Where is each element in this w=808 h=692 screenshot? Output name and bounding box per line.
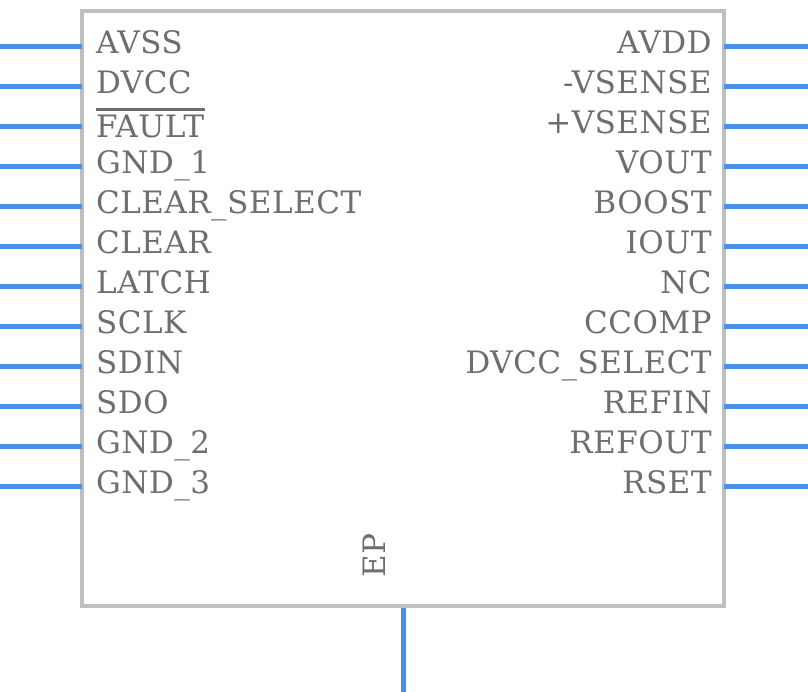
pin-name-text: GND_3 xyxy=(96,465,211,501)
pin-wire-6[interactable] xyxy=(0,244,82,249)
pin-label-avss: AVSS xyxy=(96,28,183,59)
pin-wire-15[interactable] xyxy=(724,404,808,409)
pin-name-text: DVCC_SELECT xyxy=(465,345,712,381)
pin-name-text: CLEAR_SELECT xyxy=(96,185,362,221)
pin-wire-19[interactable] xyxy=(724,244,808,249)
pin-wire-16[interactable] xyxy=(724,364,808,369)
schematic-symbol-canvas: AVSS DVCC FAULT GND_1 CLEAR_SELECT CLEAR LATCH… xyxy=(0,0,808,692)
pin-wire-2[interactable] xyxy=(0,84,82,89)
pin-wire-10[interactable] xyxy=(0,404,82,409)
pin-wire-12[interactable] xyxy=(0,484,82,489)
pin-wire-14[interactable] xyxy=(724,444,808,449)
pin-label-sdin: SDIN xyxy=(96,348,183,379)
pin-wire-13[interactable] xyxy=(724,484,808,489)
pin-wire-24[interactable] xyxy=(724,44,808,49)
pin-name-text: REFIN xyxy=(602,385,712,421)
pin-wire-22[interactable] xyxy=(724,124,808,129)
pin-name-text: CLEAR xyxy=(96,225,212,261)
pin-name-text: NC xyxy=(660,265,712,301)
pin-name-text: EP xyxy=(357,532,393,578)
pin-wire-7[interactable] xyxy=(0,284,82,289)
pin-name-text: -VSENSE xyxy=(563,65,712,101)
pin-label-rset: RSET xyxy=(622,468,712,499)
pin-label-dvcc-select: DVCC_SELECT xyxy=(465,348,712,379)
pin-label-avdd: AVDD xyxy=(617,28,712,59)
pin-name-text: CCOMP xyxy=(584,305,712,341)
pin-name-text: +VSENSE xyxy=(545,105,712,141)
pin-wire-11[interactable] xyxy=(0,444,82,449)
pin-label-refin: REFIN xyxy=(603,388,712,419)
pin-name-text: AVDD xyxy=(617,25,712,61)
pin-name-text: VOUT xyxy=(615,145,712,181)
pin-name-text: REFOUT xyxy=(569,425,712,461)
pin-label-ep: EP xyxy=(357,532,393,578)
pin-name-text: LATCH xyxy=(96,265,212,301)
pin-wire-23[interactable] xyxy=(724,84,808,89)
pin-label-boost: BOOST xyxy=(593,188,712,219)
pin-name-text: IOUT xyxy=(625,225,712,261)
pin-label-iout: IOUT xyxy=(626,228,712,259)
pin-label-clear-select: CLEAR_SELECT xyxy=(96,188,362,219)
pin-wire-25[interactable] xyxy=(401,608,406,692)
pin-wire-1[interactable] xyxy=(0,44,82,49)
pin-label-sdo: SDO xyxy=(96,388,169,419)
pin-name-text: AVSS xyxy=(96,25,184,61)
pin-label-gnd-3: GND_3 xyxy=(96,468,210,499)
pin-name-text: BOOST xyxy=(593,185,712,221)
pin-label-clear: CLEAR xyxy=(96,228,211,259)
pin-label-latch: LATCH xyxy=(96,268,211,299)
pin-name-text: GND_2 xyxy=(96,425,211,461)
pin-name-text: RSET xyxy=(622,465,712,501)
pin-label-nc: NC xyxy=(660,268,712,299)
pin-wire-4[interactable] xyxy=(0,164,82,169)
pin-label-vout: VOUT xyxy=(616,148,712,179)
pin-label-fault: FAULT xyxy=(96,108,205,143)
pin-name-text: FAULT xyxy=(96,108,205,145)
pin-label-gnd-2: GND_2 xyxy=(96,428,210,459)
pin-name-text: SDIN xyxy=(96,345,184,381)
pin-wire-3[interactable] xyxy=(0,124,82,129)
pin-label-ccomp: CCOMP xyxy=(584,308,712,339)
pin-label-dvcc: DVCC xyxy=(96,68,192,99)
pin-wire-17[interactable] xyxy=(724,324,808,329)
pin-name-text: SCLK xyxy=(96,305,187,341)
pin-wire-8[interactable] xyxy=(0,324,82,329)
pin-label--vsense: +VSENSE xyxy=(545,108,712,139)
pin-label-gnd-1: GND_1 xyxy=(96,148,210,179)
pin-name-text: SDO xyxy=(96,385,170,421)
pin-wire-21[interactable] xyxy=(724,164,808,169)
pin-name-text: DVCC xyxy=(96,65,193,101)
pin-wire-9[interactable] xyxy=(0,364,82,369)
pin-wire-18[interactable] xyxy=(724,284,808,289)
pin-label-sclk: SCLK xyxy=(96,308,187,339)
pin-wire-5[interactable] xyxy=(0,204,82,209)
pin-label-refout: REFOUT xyxy=(569,428,712,459)
pin-name-text: GND_1 xyxy=(96,145,211,181)
pin-wire-20[interactable] xyxy=(724,204,808,209)
pin-label--vsense: -VSENSE xyxy=(563,68,712,99)
